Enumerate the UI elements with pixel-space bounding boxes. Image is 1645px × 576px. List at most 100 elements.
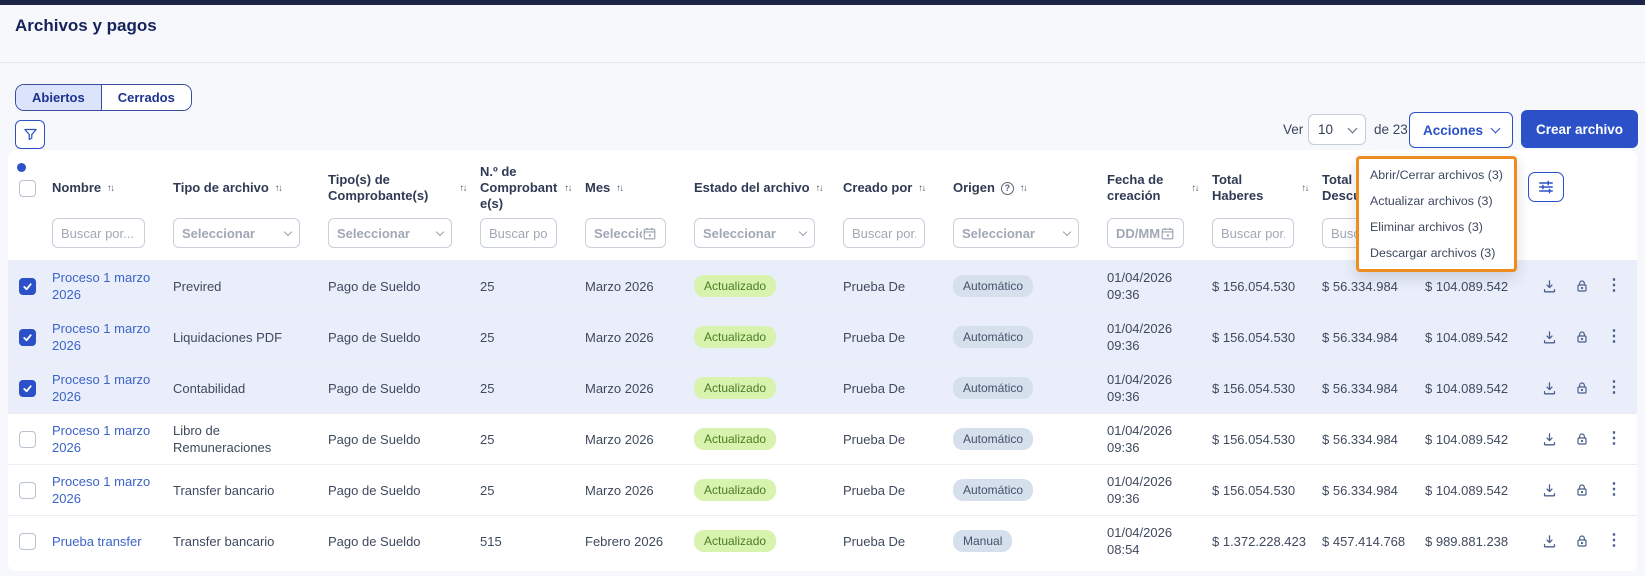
table-row: Proceso 1 marzo 2026 Contabilidad Pago d… <box>8 363 1637 414</box>
menu-item-actualizar[interactable]: Actualizar archivos (3) <box>1359 188 1514 214</box>
cell-actions: ⋮ <box>1535 465 1637 516</box>
download-button[interactable] <box>1541 533 1558 550</box>
filter-date-mes[interactable]: Seleccionar <box>585 218 666 248</box>
filter-select-origen[interactable]: Seleccionar <box>953 218 1079 248</box>
help-icon[interactable]: ? <box>1001 182 1014 195</box>
sort-icon[interactable]: ↑↓ <box>565 183 572 194</box>
filter-date-fecha-creacion[interactable]: DD/MM/AAAA <box>1107 218 1184 248</box>
download-icon <box>1541 482 1558 499</box>
filter-input-total-haberes[interactable] <box>1212 218 1294 248</box>
sort-icon[interactable]: ↑↓ <box>816 183 823 194</box>
row-checkbox[interactable] <box>19 380 36 397</box>
lock-button[interactable] <box>1574 533 1590 549</box>
lock-icon <box>1574 380 1590 396</box>
kebab-menu-icon[interactable]: ⋮ <box>1606 380 1622 396</box>
cell-estado: Actualizado <box>694 261 843 312</box>
sort-icon[interactable]: ↑↓ <box>1020 183 1027 194</box>
col-estado[interactable]: Estado del archivo↑↓ <box>694 150 843 216</box>
sort-icon[interactable]: ↑↓ <box>1192 183 1199 194</box>
lock-button[interactable] <box>1574 482 1590 498</box>
download-icon <box>1541 431 1558 448</box>
row-checkbox[interactable] <box>19 533 36 550</box>
col-tipo-archivo[interactable]: Tipo de archivo↑↓ <box>173 150 328 216</box>
col-fecha-creacion[interactable]: Fecha de creación↑↓ <box>1107 150 1212 216</box>
acciones-label: Acciones <box>1423 123 1483 138</box>
col-origen[interactable]: Origen?↑↓ <box>953 150 1107 216</box>
lock-icon <box>1574 482 1590 498</box>
table-row: Proceso 1 marzo 2026 Liquidaciones PDF P… <box>8 312 1637 363</box>
filter-select-estado[interactable]: Seleccionar <box>694 218 815 248</box>
col-num-comprobantes[interactable]: N.º de Comprobante(s)↑↓ <box>480 150 585 216</box>
file-name-link[interactable]: Proceso 1 marzo 2026 <box>52 321 150 353</box>
crear-archivo-button[interactable]: Crear archivo <box>1521 110 1638 148</box>
cell-tipo-archivo: Libro de Remuneraciones <box>173 414 328 465</box>
cell-creado-por: Prueba De <box>843 363 953 414</box>
col-tipos-comprobante[interactable]: Tipo(s) de Comprobante(s)↑↓ <box>328 150 480 216</box>
cell-num-comprobantes: 25 <box>480 414 585 465</box>
sort-icon[interactable]: ↑↓ <box>918 183 925 194</box>
file-name-link[interactable]: Proceso 1 marzo 2026 <box>52 474 150 506</box>
cell-actions: ⋮ <box>1535 516 1637 567</box>
kebab-menu-icon[interactable]: ⋮ <box>1606 431 1622 447</box>
filter-input-num-comprobantes[interactable] <box>480 218 557 248</box>
acciones-button[interactable]: Acciones <box>1409 112 1513 148</box>
download-button[interactable] <box>1541 482 1558 499</box>
select-all-checkbox[interactable] <box>19 180 36 197</box>
filter-select-tipos-comprobante[interactable]: Seleccionar <box>328 218 452 248</box>
download-button[interactable] <box>1541 431 1558 448</box>
kebab-menu-icon[interactable]: ⋮ <box>1606 533 1622 549</box>
origin-badge: Automático <box>953 479 1033 501</box>
cell-nombre: Proceso 1 marzo 2026 <box>52 465 173 516</box>
menu-item-abrir-cerrar[interactable]: Abrir/Cerrar archivos (3) <box>1359 162 1514 188</box>
sort-icon[interactable]: ↑↓ <box>460 183 467 194</box>
total-count-label: de 23 <box>1374 122 1408 137</box>
download-button[interactable] <box>1541 329 1558 346</box>
cell-total-haberes: $ 156.054.530 <box>1212 261 1322 312</box>
status-badge: Actualizado <box>694 326 776 348</box>
lock-button[interactable] <box>1574 380 1590 396</box>
col-creado-por[interactable]: Creado por↑↓ <box>843 150 953 216</box>
cell-fecha-creacion: 01/04/2026 09:36 <box>1107 465 1212 516</box>
lock-button[interactable] <box>1574 278 1590 294</box>
download-button[interactable] <box>1541 278 1558 295</box>
tab-abiertos[interactable]: Abiertos <box>16 85 102 110</box>
file-name-link[interactable]: Proceso 1 marzo 2026 <box>52 372 150 404</box>
lock-button[interactable] <box>1574 431 1590 447</box>
cell-fecha-creacion: 01/04/2026 09:36 <box>1107 312 1212 363</box>
file-name-link[interactable]: Prueba transfer <box>52 534 142 549</box>
menu-item-eliminar[interactable]: Eliminar archivos (3) <box>1359 214 1514 240</box>
cell-tipo-archivo: Contabilidad <box>173 363 328 414</box>
cell-creado-por: Prueba De <box>843 312 953 363</box>
menu-item-descargar[interactable]: Descargar archivos (3) <box>1359 240 1514 266</box>
sort-icon[interactable]: ↑↓ <box>275 183 282 194</box>
cell-nombre: Proceso 1 marzo 2026 <box>52 414 173 465</box>
kebab-menu-icon[interactable]: ⋮ <box>1606 482 1622 498</box>
status-badge: Actualizado <box>694 377 776 399</box>
page-size-select[interactable]: 10 <box>1308 114 1366 145</box>
kebab-menu-icon[interactable]: ⋮ <box>1606 329 1622 345</box>
sort-icon[interactable]: ↑↓ <box>616 183 623 194</box>
col-total-haberes[interactable]: Total Haberes↑↓ <box>1212 150 1322 216</box>
file-name-link[interactable]: Proceso 1 marzo 2026 <box>52 270 150 302</box>
cell-tipos-comprobante: Pago de Sueldo <box>328 465 480 516</box>
col-mes[interactable]: Mes↑↓ <box>585 150 694 216</box>
filter-input-creado-por[interactable] <box>843 218 925 248</box>
file-name-link[interactable]: Proceso 1 marzo 2026 <box>52 423 150 455</box>
column-settings-button[interactable] <box>1528 172 1564 202</box>
tab-cerrados[interactable]: Cerrados <box>102 85 191 110</box>
filter-select-tipo-archivo[interactable]: Seleccionar <box>173 218 300 248</box>
col-nombre[interactable]: Nombre↑↓ <box>52 150 173 216</box>
row-checkbox[interactable] <box>19 278 36 295</box>
kebab-menu-icon[interactable]: ⋮ <box>1606 278 1622 294</box>
cell-num-comprobantes: 25 <box>480 261 585 312</box>
filter-input-nombre[interactable] <box>52 218 145 248</box>
lock-button[interactable] <box>1574 329 1590 345</box>
sort-icon[interactable]: ↑↓ <box>107 183 114 194</box>
filter-button[interactable] <box>15 120 45 149</box>
download-button[interactable] <box>1541 380 1558 397</box>
row-checkbox[interactable] <box>19 329 36 346</box>
sort-icon[interactable]: ↑↓ <box>1302 183 1309 194</box>
row-checkbox[interactable] <box>19 431 36 448</box>
download-icon <box>1541 533 1558 550</box>
row-checkbox[interactable] <box>19 482 36 499</box>
